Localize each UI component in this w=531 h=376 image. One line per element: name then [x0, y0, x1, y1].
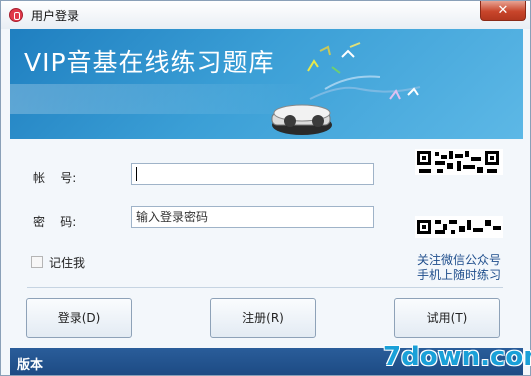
password-placeholder: 输入登录密码: [136, 210, 209, 224]
account-label: 帐 号:: [33, 171, 77, 185]
music-player-illustration: [271, 42, 421, 135]
banner-title: VIP音基在线练习题库: [24, 48, 275, 77]
window-title: 用户登录: [31, 9, 80, 23]
qr-code-icon: [415, 149, 503, 175]
password-label: 密 码:: [33, 215, 77, 229]
title-bar[interactable]: 用户登录 ✕: [1, 1, 530, 29]
text-caret: [136, 167, 137, 181]
divider: [27, 287, 503, 288]
remember-me-label[interactable]: 记住我: [49, 254, 85, 271]
password-input[interactable]: 输入登录密码: [131, 206, 374, 228]
close-button[interactable]: ✕: [480, 1, 526, 21]
qr-caption-line2: 手机上随时练习: [417, 268, 502, 282]
site-watermark: 7down.com: [383, 342, 531, 372]
app-logo-icon: [9, 8, 23, 22]
register-button[interactable]: 注册(R): [210, 298, 316, 338]
login-button[interactable]: 登录(D): [26, 298, 132, 338]
version-label: 版本: [17, 358, 44, 373]
trial-button[interactable]: 试用(T): [394, 298, 500, 338]
remember-me-checkbox[interactable]: [31, 256, 43, 268]
cd-player-icon: [271, 104, 332, 135]
banner: VIP音基在线练习题库: [10, 29, 523, 139]
qr-code-bottom-icon: [415, 216, 503, 238]
login-window: 用户登录 ✕ VIP音基在线练习题库 帐 号: 密 码: 输入登录密码 记住我 …: [0, 0, 531, 376]
music-notes-icon: [307, 42, 421, 100]
account-input[interactable]: [131, 163, 374, 185]
